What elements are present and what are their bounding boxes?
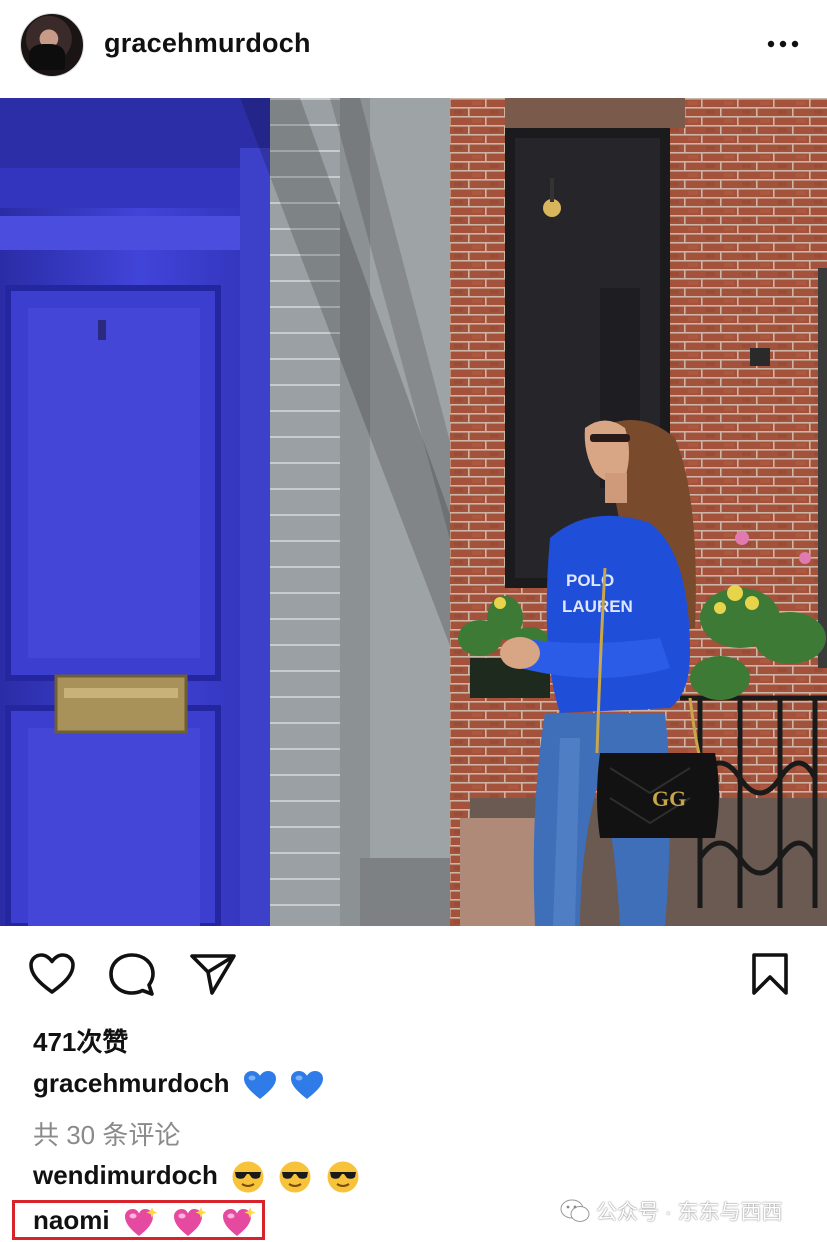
sunglasses-face-icon [327, 1161, 359, 1193]
svg-text:POLO: POLO [566, 571, 614, 590]
watermark-text: 公众号 · 东东与西西 [596, 1201, 783, 1224]
sparkling-heart-icon [124, 1207, 158, 1237]
watermark: 公众号 · 东东与西西 [560, 1196, 783, 1226]
share-icon[interactable] [189, 952, 237, 996]
sunglasses-face-icon [279, 1161, 311, 1193]
more-options-icon[interactable] [766, 34, 800, 54]
comment-username[interactable]: naomi [33, 1205, 110, 1235]
likes-count[interactable]: 471次赞 [33, 1022, 128, 1059]
view-comments-link[interactable]: 共 30 条评论 [33, 1115, 180, 1152]
caption: gracehmurdoch [33, 1068, 324, 1100]
sunglasses-face-icon [232, 1161, 264, 1193]
post-header: gracehmurdoch [0, 0, 827, 98]
blue-heart-icon [290, 1071, 323, 1100]
wechat-icon [560, 1199, 590, 1222]
post-photo[interactable]: POLO LAUREN GG [0, 98, 827, 926]
blue-heart-icon [243, 1071, 276, 1100]
sparkling-heart-icon [223, 1207, 256, 1237]
street-scene-image: POLO LAUREN GG [0, 98, 827, 926]
avatar[interactable] [20, 13, 84, 77]
heart-icon[interactable] [28, 952, 76, 996]
caption-username[interactable]: gracehmurdoch [33, 1068, 230, 1098]
comment-icon[interactable] [109, 952, 155, 998]
svg-text:GG: GG [652, 786, 686, 811]
comment-row: naomi [33, 1205, 257, 1238]
username[interactable]: gracehmurdoch [104, 28, 311, 59]
comment-username[interactable]: wendimurdoch [33, 1160, 218, 1190]
comment-row: wendimurdoch [33, 1160, 360, 1194]
action-bar [0, 926, 827, 1026]
svg-text:LAUREN: LAUREN [562, 597, 633, 616]
sparkling-heart-icon [174, 1207, 207, 1237]
bookmark-icon[interactable] [751, 952, 789, 996]
